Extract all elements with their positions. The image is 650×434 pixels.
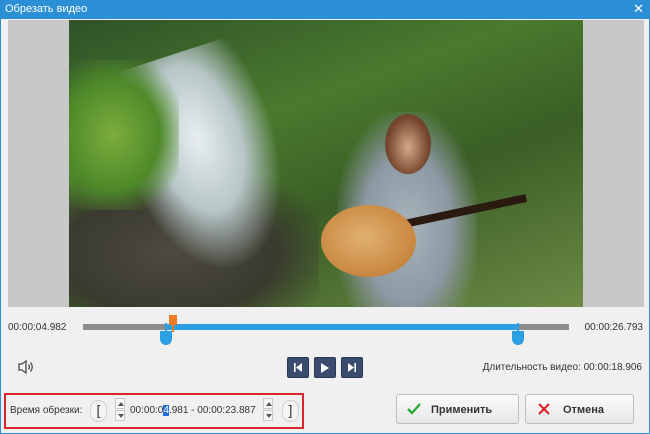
trim-end-up-button[interactable] [263, 398, 273, 409]
trim-end-spinner[interactable] [263, 398, 273, 422]
trim-time-label: Время обрезки: [10, 405, 83, 416]
checkmark-icon [407, 403, 421, 415]
timeline-track[interactable] [83, 315, 569, 332]
title-bar: Обрезать видео ✕ [0, 0, 650, 19]
trim-time-before-cursor: 00:00:0 [130, 405, 164, 416]
skip-to-start-button[interactable] [287, 357, 309, 378]
video-duration: Длительность видео: 00:00:18.906 [483, 362, 642, 373]
trim-time-input[interactable]: 00:00:04.981 - 00:00:23.887 [130, 405, 256, 416]
cancel-button-label: Отмена [563, 404, 604, 416]
trim-start-up-button[interactable] [115, 398, 125, 409]
window-title: Обрезать видео [5, 3, 88, 15]
chevron-down-icon [118, 414, 124, 418]
video-fern [69, 60, 179, 210]
trim-end-handle[interactable] [511, 323, 524, 345]
chevron-up-icon [266, 402, 272, 406]
trim-time-after-cursor: .981 - 00:00:23.887 [168, 405, 256, 416]
skip-to-end-button[interactable] [341, 357, 363, 378]
play-icon [321, 363, 329, 373]
apply-button-label: Применить [431, 404, 493, 416]
play-button[interactable] [314, 357, 336, 378]
timeline-selection [165, 324, 518, 330]
skip-to-end-icon [348, 363, 356, 372]
dialog-window: 00:00:04.982 00:00:26.793 Длительность в… [0, 19, 650, 434]
speaker-icon[interactable] [17, 359, 35, 375]
chevron-down-icon [266, 414, 272, 418]
video-guitar [321, 205, 416, 277]
playhead-marker[interactable] [168, 315, 177, 332]
chevron-up-icon [118, 402, 124, 406]
duration-label: Длительность видео: [482, 362, 581, 373]
set-trim-start-button[interactable]: [ [90, 400, 107, 422]
video-person-head [385, 114, 431, 174]
trim-end-down-button[interactable] [263, 410, 273, 421]
skip-to-start-icon [294, 363, 302, 372]
close-x-icon [538, 403, 550, 415]
timeline-end-time: 00:00:26.793 [584, 322, 643, 333]
timeline-start-time: 00:00:04.982 [8, 322, 67, 333]
trim-start-handle[interactable] [159, 323, 172, 345]
video-frame [69, 20, 583, 307]
cancel-button[interactable]: Отмена [525, 394, 634, 424]
trim-start-down-button[interactable] [115, 410, 125, 421]
trim-time-panel: Время обрезки: [ 00:00:04.981 - 00:00:23… [4, 393, 304, 429]
duration-value: 00:00:18.906 [583, 362, 642, 373]
set-trim-end-button[interactable]: ] [282, 400, 299, 422]
close-icon[interactable]: ✕ [633, 1, 644, 17]
trim-start-spinner[interactable] [115, 398, 125, 422]
apply-button[interactable]: Применить [396, 394, 519, 424]
video-preview-area [8, 20, 644, 307]
